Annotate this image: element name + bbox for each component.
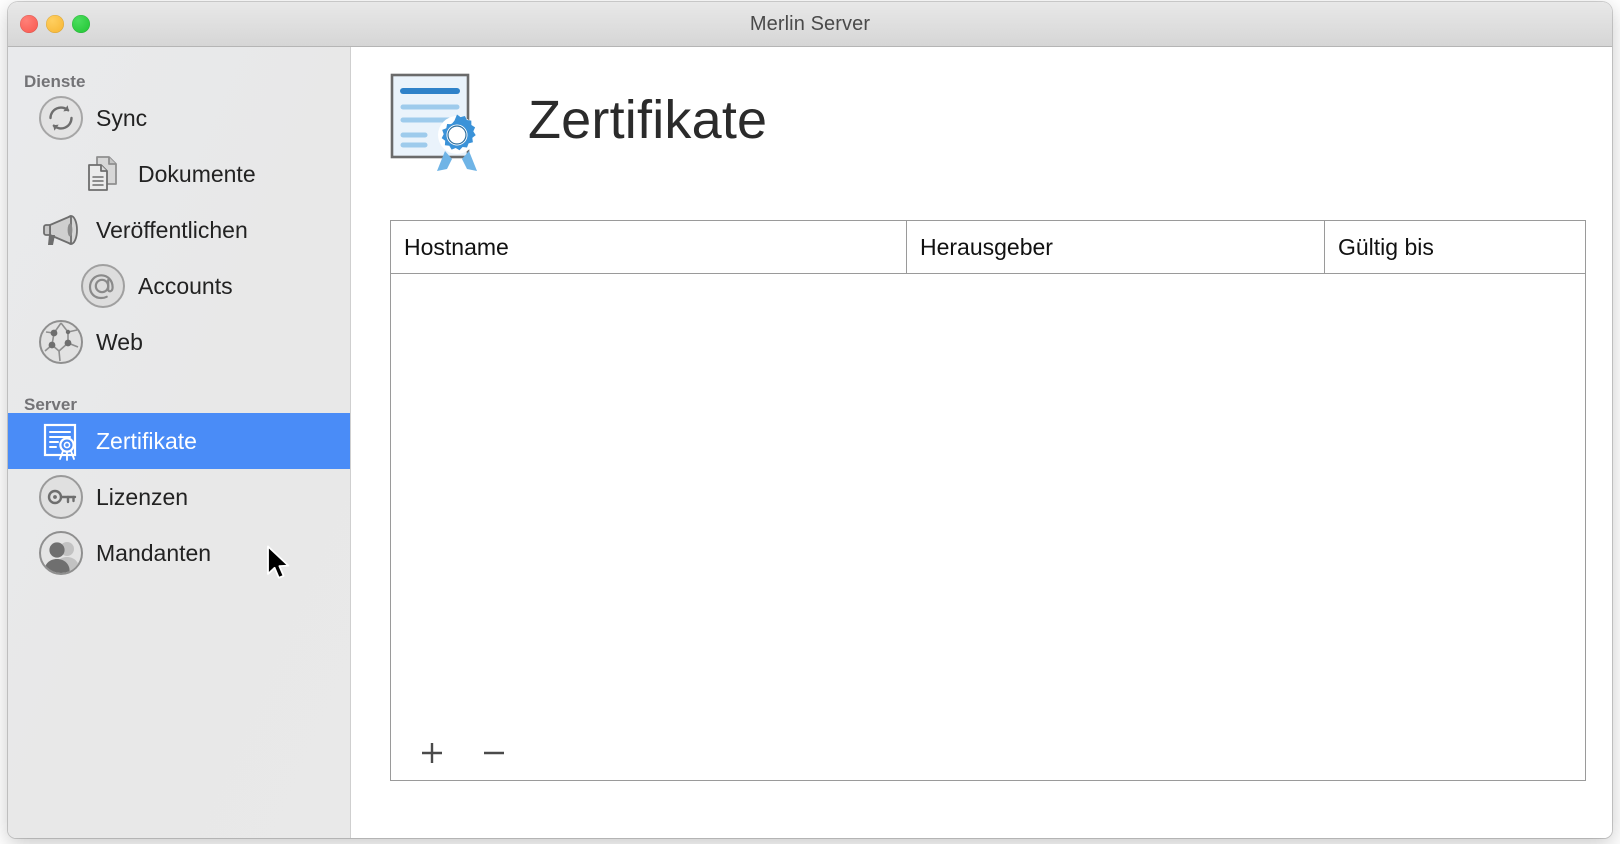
sidebar-item-sync[interactable]: Sync: [8, 90, 350, 146]
window-title: Merlin Server: [749, 13, 871, 35]
window-body: Dienste Sync Dokumente Veröffentlichen A…: [8, 47, 1612, 838]
sidebar-item-label: Mandanten: [96, 539, 212, 566]
certificate-hero-icon: [390, 67, 496, 173]
megaphone-icon: [38, 207, 84, 253]
column-header-hostname[interactable]: Hostname: [391, 221, 907, 273]
key-icon: [38, 474, 84, 520]
sidebar-item-label: Zertifikate: [96, 427, 197, 454]
sidebar-item-label: Accounts: [138, 272, 233, 299]
title-bar: Merlin Server: [8, 2, 1612, 47]
add-certificate-button[interactable]: [411, 733, 453, 775]
sidebar-section-dienste-label: Dienste: [24, 72, 86, 91]
sidebar-item-label: Dokumente: [138, 160, 256, 187]
sync-icon: [38, 95, 84, 141]
sidebar-item-web[interactable]: Web: [8, 314, 350, 370]
minus-icon: [479, 738, 509, 771]
sidebar-item-label: Web: [96, 328, 143, 355]
plus-icon: [417, 738, 447, 771]
app-window: Merlin Server Dienste Sync Dokumente Ver…: [8, 2, 1612, 838]
sidebar-group-dienste: Sync Dokumente Veröffentlichen Accounts …: [8, 90, 350, 370]
sidebar-item-accounts[interactable]: Accounts: [8, 258, 350, 314]
sidebar-item-label: Veröffentlichen: [96, 216, 248, 243]
sidebar-item-mandanten[interactable]: Mandanten: [8, 525, 350, 581]
column-header-gueltig-bis[interactable]: Gültig bis: [1325, 221, 1585, 273]
sidebar-section-server-label: Server: [24, 395, 77, 414]
sidebar-group-server: Zertifikate Lizenzen Mandanten: [8, 413, 350, 581]
sidebar-item-dokumente[interactable]: Dokumente: [8, 146, 350, 202]
certificates-table: Hostname Herausgeber Gültig bis: [390, 220, 1586, 781]
table-toolbar: [391, 728, 1585, 780]
sidebar-item-zertifikate[interactable]: Zertifikate: [8, 413, 350, 469]
sidebar: Dienste Sync Dokumente Veröffentlichen A…: [8, 47, 351, 838]
sidebar-item-label: Lizenzen: [96, 483, 189, 510]
page-header: Zertifikate: [390, 67, 767, 173]
globe-icon: [38, 319, 84, 365]
table-body-empty[interactable]: [391, 274, 1585, 728]
documents-icon: [80, 151, 126, 197]
column-header-herausgeber[interactable]: Herausgeber: [907, 221, 1325, 273]
sidebar-item-lizenzen[interactable]: Lizenzen: [8, 469, 350, 525]
page-title: Zertifikate: [528, 90, 768, 150]
sidebar-item-label: Sync: [96, 104, 148, 131]
sidebar-item-veroeffentlichen[interactable]: Veröffentlichen: [8, 202, 350, 258]
certificate-icon: [38, 418, 84, 464]
clients-icon: [38, 530, 84, 576]
remove-certificate-button[interactable]: [473, 733, 515, 775]
at-sign-icon: [80, 263, 126, 309]
table-header-row: Hostname Herausgeber Gültig bis: [391, 221, 1585, 274]
main-content: Zertifikate Hostname Herausgeber Gültig …: [351, 47, 1612, 838]
